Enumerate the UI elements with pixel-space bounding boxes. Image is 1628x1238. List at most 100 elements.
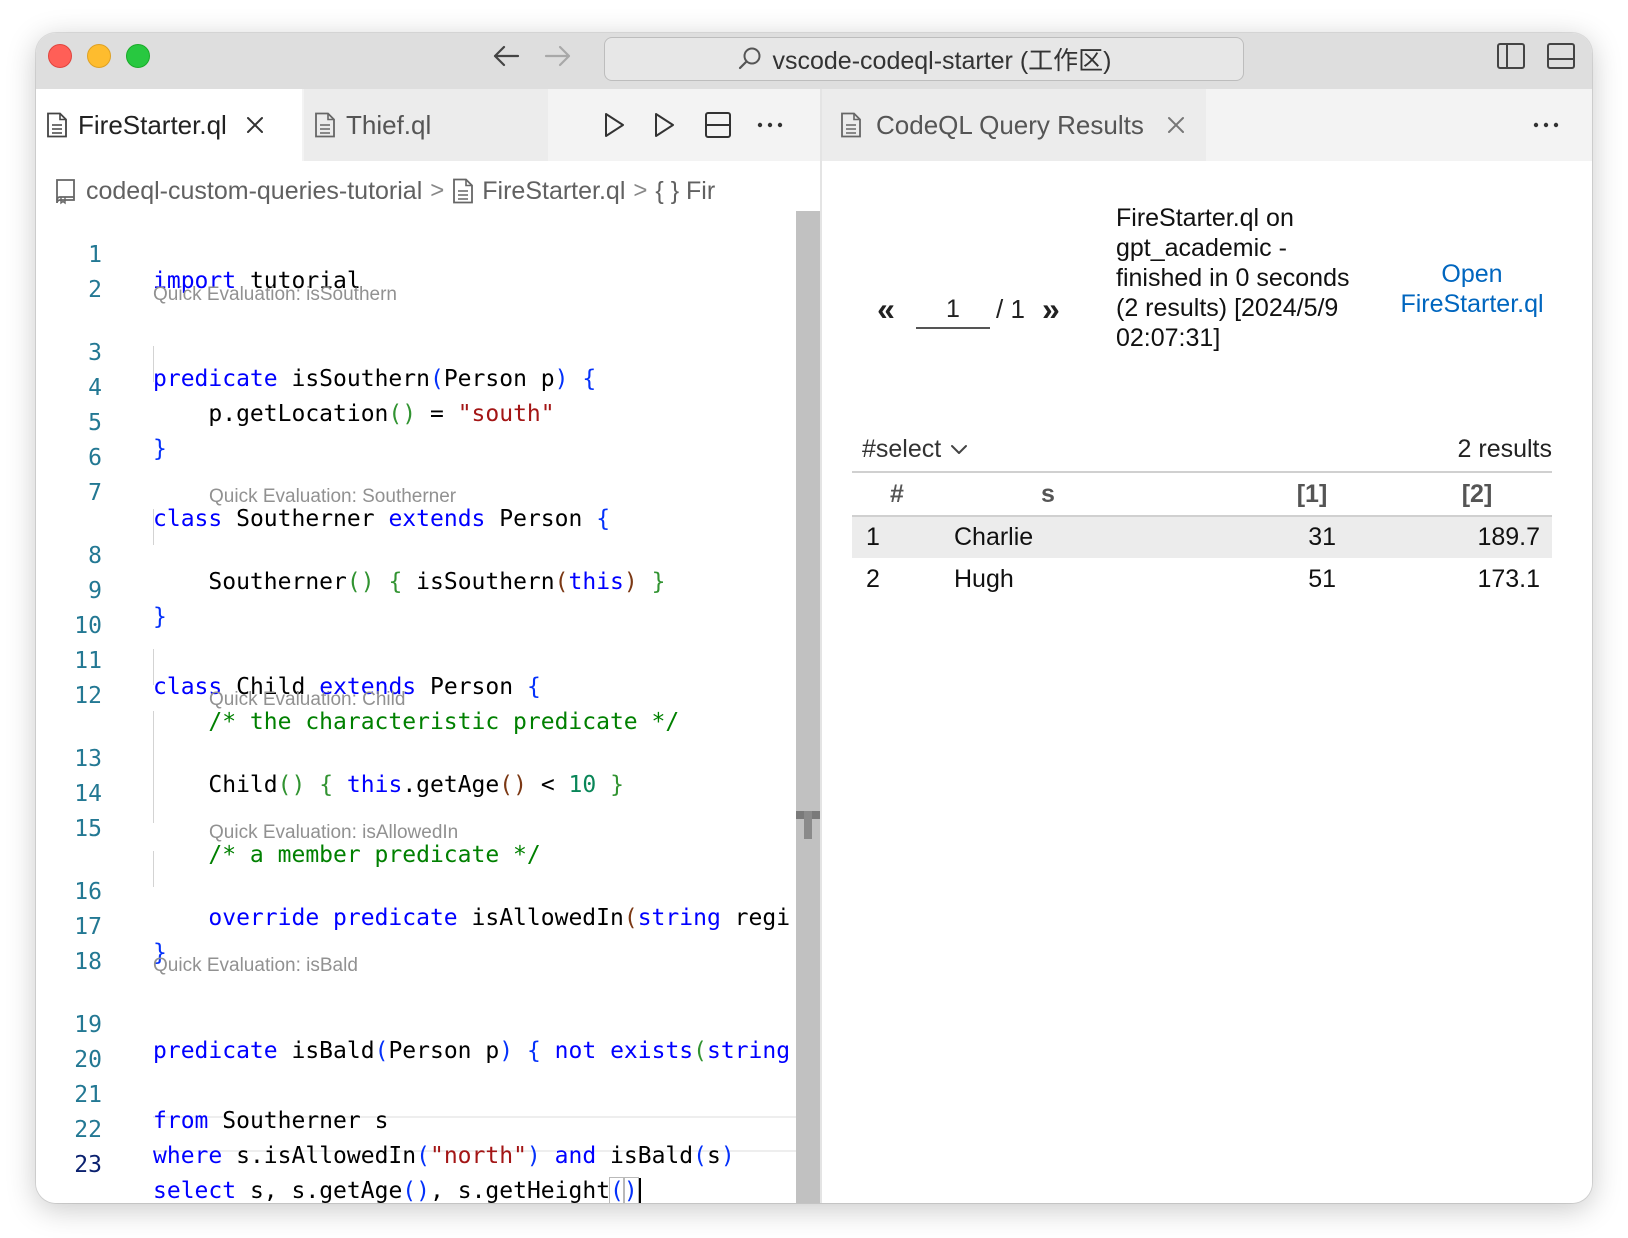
code-line: 18 xyxy=(36,918,796,975)
table-header-row: # s [1] [2] xyxy=(852,472,1552,516)
code-line: 5 } xyxy=(36,379,796,462)
go-forward-button[interactable] xyxy=(542,41,574,71)
code-line: 8 Southerner() { isSouthern(this) } xyxy=(36,512,796,595)
window-minimize-button[interactable] xyxy=(87,44,111,68)
code-token: ( xyxy=(609,1177,625,1203)
go-back-button[interactable] xyxy=(490,41,522,71)
editor-group: FireStarter.ql Thief.ql codeql-custom-qu… xyxy=(36,89,820,1203)
table-cell[interactable]: Charlie xyxy=(942,516,1142,558)
file-icon xyxy=(841,112,861,138)
result-set-label: #select xyxy=(862,434,942,463)
code-line: 19 predicate isBald(Person p) { not exis… xyxy=(36,981,796,1064)
tab-firestarter[interactable]: FireStarter.ql xyxy=(36,89,302,161)
window-maximize-button[interactable] xyxy=(126,44,150,68)
code-token: s.getHeight xyxy=(457,1178,611,1203)
toggle-sidebar-button[interactable] xyxy=(1494,39,1528,73)
page-number-input[interactable]: 1 xyxy=(916,289,990,329)
breadcrumb-folder[interactable]: codeql-custom-queries-tutorial xyxy=(86,177,422,206)
table-cell[interactable]: Hugh xyxy=(942,558,1142,600)
ellipsis-icon xyxy=(757,122,783,128)
line-number: 7 xyxy=(88,480,102,506)
breadcrumb-file[interactable]: FireStarter.ql xyxy=(482,177,625,206)
ellipsis-icon xyxy=(1533,122,1559,128)
page-total: / 1 xyxy=(996,293,1025,324)
column-header[interactable]: [2] xyxy=(1342,472,1552,516)
line-number: 23 xyxy=(74,1152,102,1178)
code-line: 9 } xyxy=(36,547,796,630)
file-icon xyxy=(315,112,335,138)
results-tab-bar: CodeQL Query Results xyxy=(822,89,1592,161)
table-row[interactable]: 1 Charlie 31 189.7 xyxy=(852,516,1552,558)
editor-scrollbar[interactable] xyxy=(796,211,820,1203)
close-tab-button[interactable] xyxy=(1166,115,1186,135)
run-query-alt-button[interactable] xyxy=(646,107,682,143)
code-line: 7 class Southerner extends Person { xyxy=(36,449,796,532)
tab-label: FireStarter.ql xyxy=(78,109,227,140)
command-center[interactable]: vscode-codeql-starter (工作区) xyxy=(604,37,1244,81)
open-query-link[interactable]: Open FireStarter.ql xyxy=(1382,259,1562,319)
line-number: 2 xyxy=(88,277,102,303)
next-page-button[interactable]: » xyxy=(1031,291,1071,328)
codelens-quick-eval[interactable]: Quick Evaluation: isAllowedIn xyxy=(209,820,458,846)
code-line: 4 p.getLocation() = "south" xyxy=(36,344,796,427)
code-line: 12 /* the characteristic predicate */ xyxy=(36,652,796,735)
code-editor[interactable]: 1 import tutorial 2 Quick Evaluation: is… xyxy=(36,211,796,1203)
code-line: 23 select s, s.getAge(), s.getHeight() xyxy=(36,1121,796,1203)
sidebar-layout-icon xyxy=(1497,43,1525,69)
column-header[interactable]: # xyxy=(852,472,942,516)
play-icon xyxy=(605,113,624,137)
query-info: FireStarter.ql on gpt_academic - finishe… xyxy=(1116,204,1350,352)
code-line: 10 xyxy=(36,582,796,639)
breadcrumb-symbol[interactable]: { } Fir xyxy=(655,177,715,206)
chevron-down-icon xyxy=(951,445,968,454)
scrollbar-marker xyxy=(804,811,812,839)
more-actions-button[interactable] xyxy=(1528,107,1564,143)
tab-label: Thief.ql xyxy=(346,109,432,140)
chevron-right-icon: > xyxy=(633,177,648,204)
vscode-window: vscode-codeql-starter (工作区) FireStarter.… xyxy=(36,33,1592,1203)
run-query-button[interactable] xyxy=(596,107,632,143)
arrow-right-icon xyxy=(544,45,571,67)
code-token: , xyxy=(430,1178,444,1203)
codelens-quick-eval[interactable]: Quick Evaluation: isSouthern xyxy=(153,282,397,308)
column-header[interactable]: s xyxy=(942,472,1142,516)
close-icon xyxy=(1167,117,1184,133)
table-row[interactable]: 2 Hugh 51 173.1 xyxy=(852,558,1552,600)
play-icon xyxy=(655,113,674,137)
code-token: ) xyxy=(622,1177,639,1203)
code-line: 16 override predicate isAllowedIn(string… xyxy=(36,848,796,931)
codelens-quick-eval[interactable]: Quick Evaluation: Child xyxy=(209,687,405,713)
close-tab-button[interactable] xyxy=(245,115,265,135)
code-token: () xyxy=(402,1178,430,1203)
more-actions-button[interactable] xyxy=(752,107,788,143)
tab-thief[interactable]: Thief.ql xyxy=(304,89,548,161)
repo-book-icon xyxy=(56,179,75,205)
tab-query-results[interactable]: CodeQL Query Results xyxy=(822,89,1206,161)
toggle-panel-button[interactable] xyxy=(1544,39,1578,73)
split-editor-button[interactable] xyxy=(700,107,736,143)
code-line: 1 import tutorial xyxy=(36,211,796,294)
table-cell: 2 xyxy=(866,564,880,593)
split-editor-icon xyxy=(705,112,731,138)
file-icon xyxy=(453,178,474,204)
chevron-right-icon: > xyxy=(430,177,445,204)
code-token: s, xyxy=(249,1178,278,1203)
result-set-select[interactable]: #select xyxy=(862,435,969,464)
window-close-button[interactable] xyxy=(48,44,72,68)
column-header[interactable]: [1] xyxy=(1142,472,1342,516)
code-line: 13 Child() { this.getAge() < 10 } xyxy=(36,715,796,798)
code-line: 2 xyxy=(36,246,796,303)
code-line: 22 where s.isAllowedIn("north") and isBa… xyxy=(36,1086,796,1169)
line-number: 12 xyxy=(74,683,102,709)
table-cell: 189.7 xyxy=(1477,523,1540,551)
arrow-left-icon xyxy=(493,45,520,67)
result-set-row: #select 2 results xyxy=(862,429,1552,469)
codelens-quick-eval[interactable]: Quick Evaluation: isBald xyxy=(153,953,358,979)
results-pager: « 1 / 1 » xyxy=(866,289,1071,329)
codelens-quick-eval[interactable]: Quick Evaluation: Southerner xyxy=(209,484,456,510)
breadcrumb: codeql-custom-queries-tutorial > FireSta… xyxy=(54,171,820,211)
code-line: 21 from Southerner s xyxy=(36,1051,796,1134)
prev-page-button[interactable]: « xyxy=(866,291,906,328)
code-line: 20 xyxy=(36,1016,796,1073)
table-cell: 173.1 xyxy=(1477,564,1540,593)
